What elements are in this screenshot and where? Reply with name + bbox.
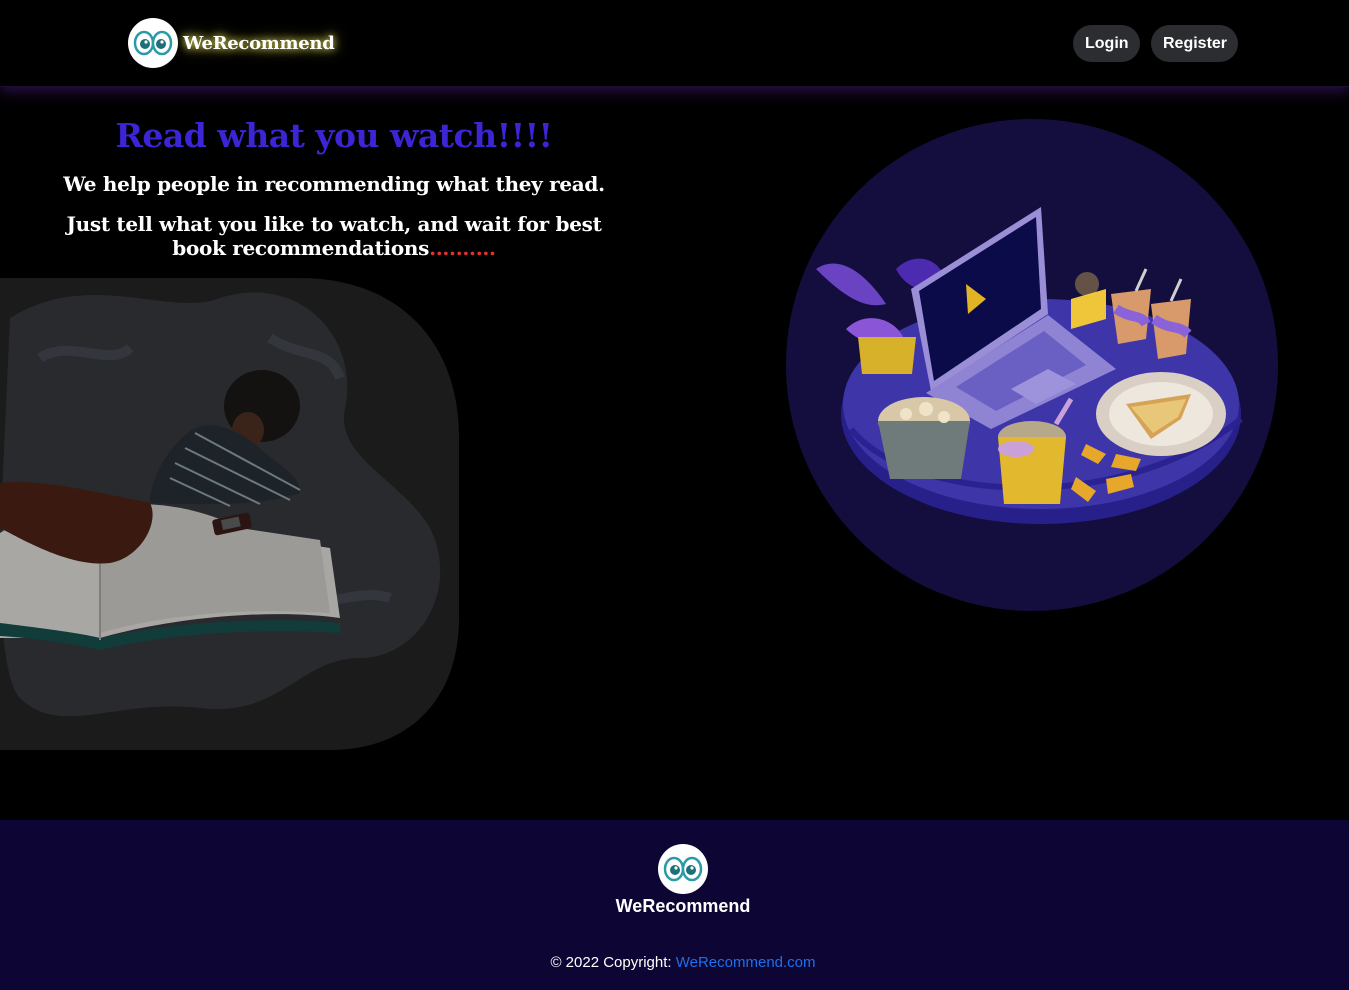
register-button[interactable]: Register — [1151, 25, 1238, 62]
footer-logo-eyes-icon — [658, 844, 708, 894]
copyright: © 2022 Copyright: WeRecommend.com — [0, 954, 1349, 971]
brand-link[interactable]: WeRecommend — [128, 18, 335, 68]
copyright-link[interactable]: WeRecommend.com — [676, 954, 816, 971]
reading-illustration — [0, 278, 459, 750]
navbar: WeRecommend Login Register — [0, 0, 1349, 87]
hero-subtitle-dots: .......... — [429, 236, 496, 260]
brand-name: WeRecommend — [183, 32, 335, 54]
footer-brand-name: WeRecommend — [615, 896, 751, 916]
footer: WeRecommend © 2022 Copyright: WeRecommen… — [0, 820, 1349, 990]
copyright-text: © 2022 Copyright: — [550, 954, 676, 971]
food-illustration — [786, 119, 1278, 611]
hero-subtitle-1: We help people in recommending what they… — [63, 172, 605, 196]
hero-title: Read what you watch!!!! — [115, 116, 553, 155]
hero-subtitle-2-text: Just tell what you like to watch, and wa… — [66, 212, 602, 260]
hero-subtitle-2: Just tell what you like to watch, and wa… — [45, 212, 623, 260]
login-button[interactable]: Login — [1073, 25, 1140, 62]
logo-eyes-icon — [128, 18, 178, 68]
